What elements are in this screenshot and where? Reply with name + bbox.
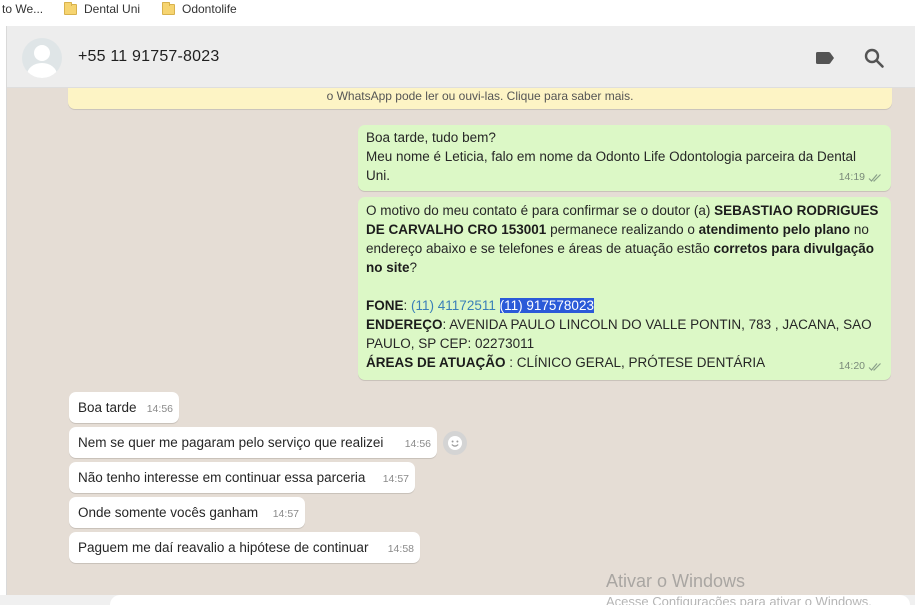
message-meta: 14:20 [839, 357, 883, 376]
bookmark-label: Dental Uni [84, 2, 141, 16]
message-text: O motivo do meu contato é para confirmar… [366, 203, 879, 275]
message-time: 14:57 [272, 508, 299, 520]
incoming-message[interactable]: Nem se quer me pagaram pelo serviço que … [69, 427, 437, 458]
message-time: 14:56 [404, 438, 431, 450]
notice-text: o WhatsApp pode ler ou ouvi-las. Clique … [326, 89, 634, 103]
double-check-icon [868, 173, 881, 182]
endereco-line: ENDEREÇO: AVENIDA PAULO LINCOLN DO VALLE… [366, 317, 872, 351]
contact-name[interactable]: +55 11 91757-8023 [78, 48, 219, 66]
message-text: Paguem me daí reavalio a hipótese de con… [78, 540, 369, 555]
folder-icon [64, 1, 77, 15]
message-time: 14:19 [838, 171, 865, 183]
fone-line: FONE: (11) 41172511 (11) 917578023 [366, 298, 594, 313]
incoming-message[interactable]: Não tenho interesse em continuar essa pa… [69, 462, 415, 493]
encryption-notice[interactable]: o WhatsApp pode ler ou ouvi-las. Clique … [68, 88, 892, 109]
incoming-message[interactable]: Paguem me daí reavalio a hipótese de con… [69, 532, 420, 563]
message-time: 14:58 [387, 543, 414, 555]
incoming-message[interactable]: Onde somente vocês ganham 14:57 [69, 497, 305, 528]
message-text: Não tenho interesse em continuar essa pa… [78, 470, 366, 485]
areas-line: ÁREAS DE ATUAÇÃO : CLÍNICO GERAL, PRÓTES… [366, 355, 766, 370]
message-text: Nem se quer me pagaram pelo serviço que … [78, 435, 384, 450]
message-time: 14:57 [382, 473, 409, 485]
folder-icon [162, 1, 175, 15]
chat-header: +55 11 91757-8023 [7, 26, 915, 88]
message-text: Onde somente vocês ganham [78, 505, 259, 520]
bookmark-item[interactable]: to We... [2, 2, 43, 16]
bookmark-dental-uni[interactable]: Dental Uni [64, 1, 141, 16]
incoming-message[interactable]: Boa tarde 14:56 [69, 392, 179, 423]
bookmark-label: to We... [2, 2, 44, 16]
windows-watermark-subtitle: Acesse Configurações para ativar o Windo… [606, 594, 872, 605]
search-icon[interactable] [862, 46, 886, 70]
message-text: Boa tarde, tudo bem? Meu nome é Leticia,… [366, 130, 857, 183]
avatar[interactable] [22, 38, 62, 78]
whatsapp-window: +55 11 91757-8023 o WhatsApp pode ler ou… [6, 26, 915, 605]
bookmarks-bar: to We... Dental Uni Odontolife [0, 0, 915, 20]
outgoing-message[interactable]: O motivo do meu contato é para confirmar… [358, 197, 891, 380]
label-icon[interactable] [813, 46, 837, 70]
reaction-button[interactable] [443, 431, 467, 455]
phone-link[interactable]: (11) 41172511 [411, 298, 496, 313]
double-check-icon [868, 362, 881, 371]
windows-watermark-title: Ativar o Windows [606, 571, 746, 591]
smiley-icon [448, 436, 462, 450]
bookmark-odontolife[interactable]: Odontolife [162, 1, 237, 16]
message-meta: 14:19 [839, 168, 883, 187]
message-text: Boa tarde [78, 400, 137, 415]
message-time: 14:56 [146, 403, 173, 415]
chat-panel[interactable]: o WhatsApp pode ler ou ouvi-las. Clique … [7, 88, 915, 605]
outgoing-message[interactable]: Boa tarde, tudo bem? Meu nome é Leticia,… [358, 125, 891, 191]
selected-phone-link[interactable]: (11) 917578023 [499, 298, 594, 313]
message-time: 14:20 [838, 360, 865, 372]
bookmark-label: Odontolife [182, 2, 237, 16]
